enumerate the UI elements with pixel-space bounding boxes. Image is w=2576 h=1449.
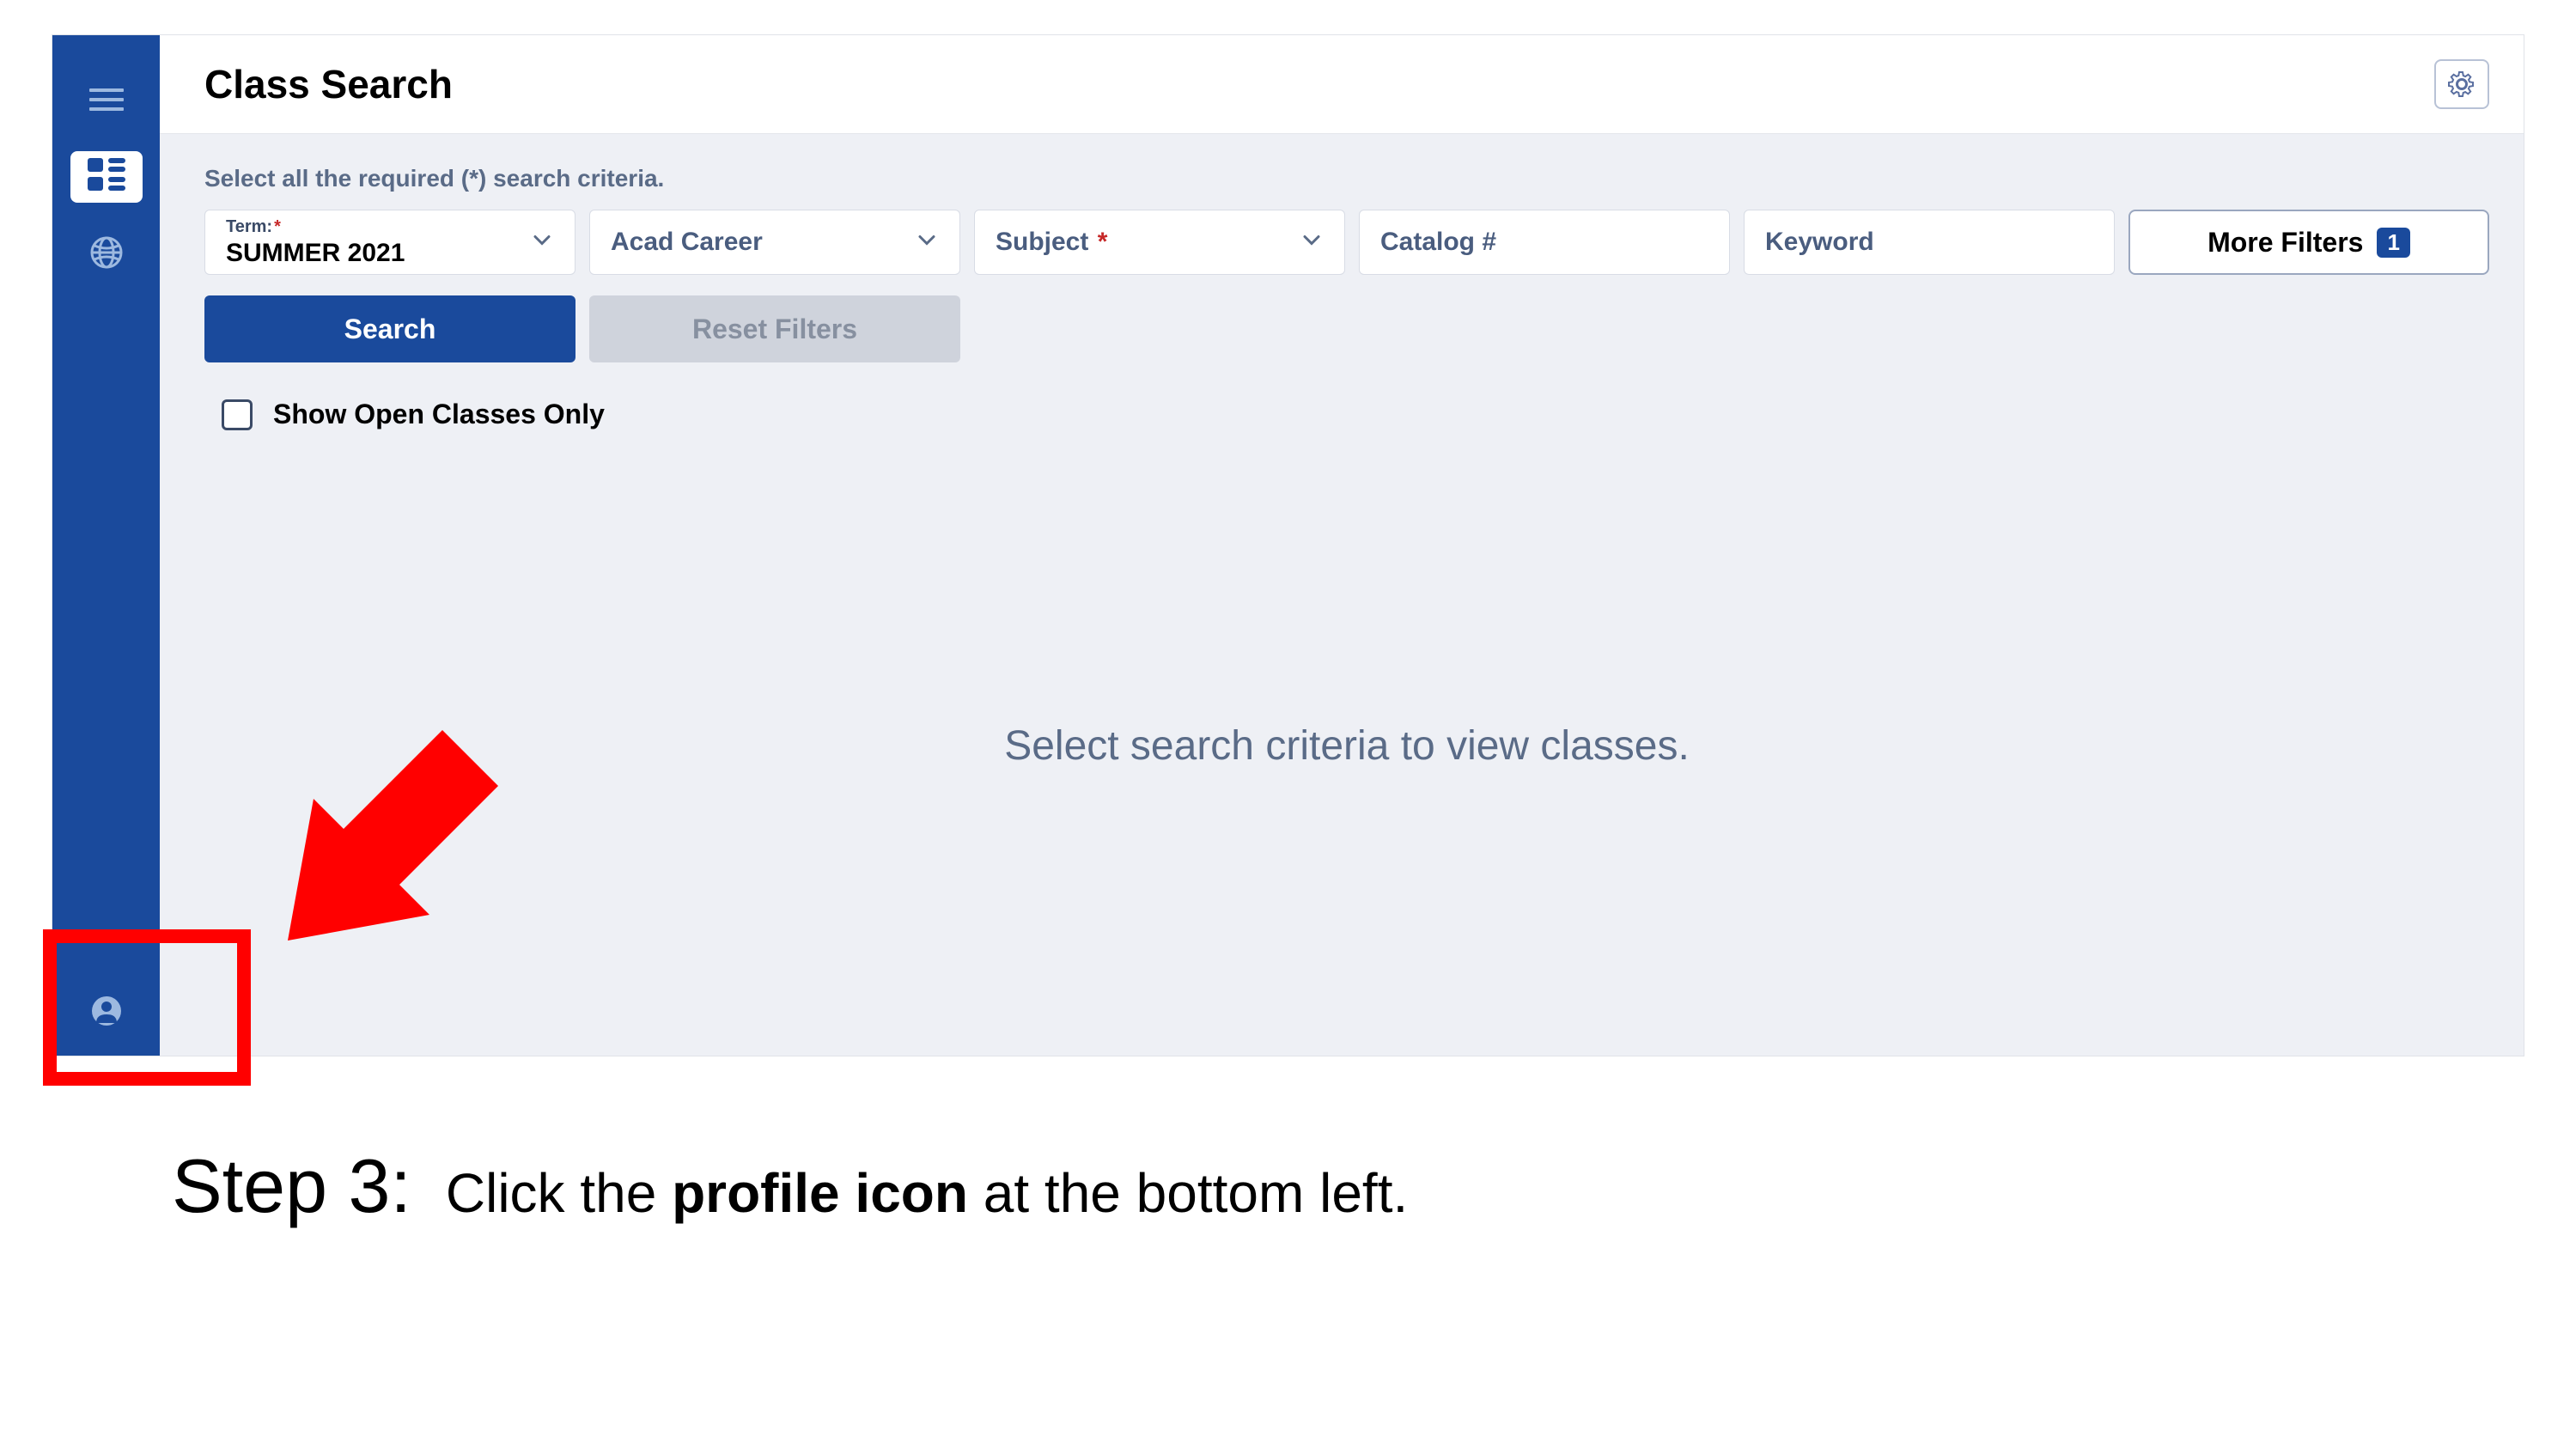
content-area: Select all the required (*) search crite… [160,134,2524,1056]
globe-icon [89,235,124,274]
reset-filters-button[interactable]: Reset Filters [589,295,960,362]
header-bar: Class Search [160,35,2524,134]
dashboard-icon [88,158,125,197]
empty-state-message: Select search criteria to view classes. [204,722,2489,770]
open-classes-label: Show Open Classes Only [273,399,605,430]
more-filters-button[interactable]: More Filters 1 [2128,210,2489,275]
page-title: Class Search [204,61,453,107]
caption-area: Step 3: Click the profile icon at the bo… [52,1056,2524,1230]
chevron-down-icon [530,228,554,257]
filter-row: Term:* SUMMER 2021 Acad Career [204,210,2489,275]
term-dropdown[interactable]: Term:* SUMMER 2021 [204,210,575,275]
acad-career-label: Acad Career [611,228,763,257]
keyword-placeholder: Keyword [1765,228,1874,257]
open-classes-row[interactable]: Show Open Classes Only [204,399,2489,430]
sidebar [52,35,160,1056]
catalog-placeholder: Catalog # [1380,228,1496,257]
subject-dropdown[interactable]: Subject * [974,210,1345,275]
search-button[interactable]: Search [204,295,575,362]
sidebar-menu-button[interactable] [52,61,160,138]
chevron-down-icon [1300,228,1324,257]
more-filters-label: More Filters [2208,227,2363,259]
action-row: Search Reset Filters [204,295,2489,362]
app-frame: Class Search Select all the required (*)… [52,34,2524,1056]
subject-label: Subject [996,228,1088,256]
gear-icon [2446,69,2477,100]
term-value: SUMMER 2021 [226,239,405,268]
step-label: Step 3: [172,1142,411,1230]
chevron-down-icon [915,228,939,257]
term-label: Term: [226,217,272,236]
profile-icon [91,995,122,1031]
sidebar-globe-button[interactable] [52,216,160,293]
settings-button[interactable] [2434,59,2489,109]
step-text: Click the profile icon at the bottom lef… [446,1161,1408,1225]
required-star: * [274,217,281,236]
sidebar-profile-button[interactable] [52,970,160,1056]
main-area: Class Search Select all the required (*)… [160,35,2524,1056]
filter-count-badge: 1 [2377,228,2409,258]
hamburger-icon [89,88,124,111]
catalog-input[interactable]: Catalog # [1359,210,1730,275]
keyword-input[interactable]: Keyword [1744,210,2115,275]
sidebar-dashboard-button[interactable] [52,138,160,216]
acad-career-dropdown[interactable]: Acad Career [589,210,960,275]
open-classes-checkbox[interactable] [222,399,253,430]
search-instruction: Select all the required (*) search crite… [204,165,2489,192]
required-star: * [1090,228,1107,256]
